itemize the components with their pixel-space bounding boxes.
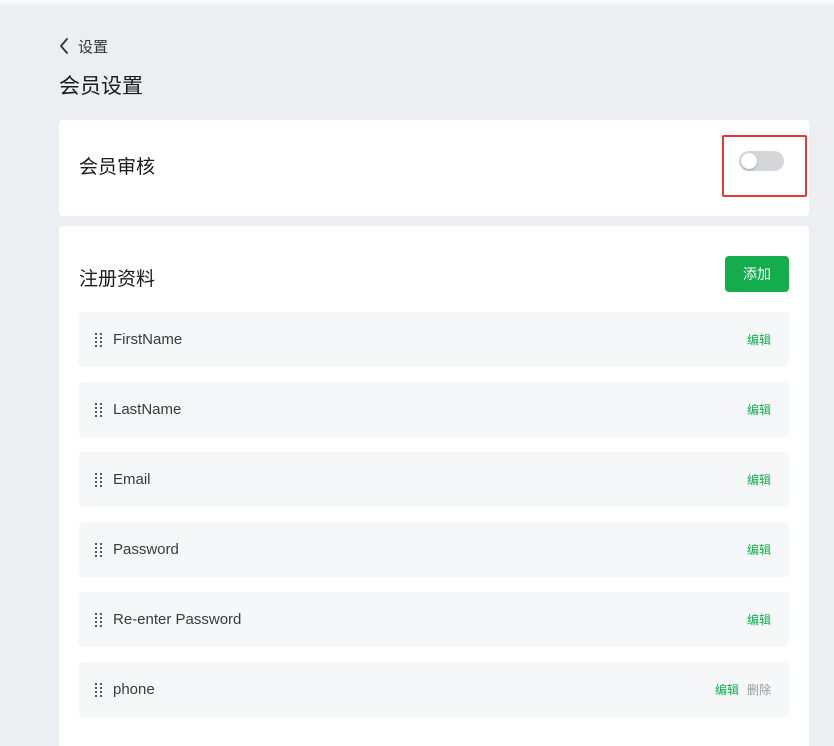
delete-link[interactable]: 删除 [747, 681, 771, 698]
member-review-label: 会员审核 [79, 156, 156, 178]
field-row-lastname[interactable]: LastName 编辑 [79, 382, 789, 437]
row-actions: 编辑 删除 [715, 681, 771, 698]
field-row-reenter-password[interactable]: Re-enter Password 编辑 [79, 592, 789, 647]
drag-handle-icon[interactable] [95, 402, 105, 417]
row-actions: 编辑 [747, 541, 771, 558]
edit-link[interactable]: 编辑 [747, 331, 771, 348]
row-actions: 编辑 [747, 471, 771, 488]
back-label: 设置 [78, 37, 109, 56]
drag-handle-icon[interactable] [95, 612, 105, 627]
edit-link[interactable]: 编辑 [715, 681, 739, 698]
field-name: phone [113, 681, 155, 698]
toggle-knob [741, 153, 757, 169]
edit-link[interactable]: 编辑 [747, 541, 771, 558]
edit-link[interactable]: 编辑 [747, 611, 771, 628]
chevron-left-icon [59, 38, 69, 54]
registration-fields-card: 注册资料 添加 FirstName 编辑 LastName 编辑 Email 编… [59, 226, 809, 746]
member-review-card: 会员审核 [59, 120, 809, 216]
edit-link[interactable]: 编辑 [747, 471, 771, 488]
field-name: Re-enter Password [113, 611, 242, 628]
top-bar-shadow [0, 0, 834, 6]
field-name: LastName [113, 401, 182, 418]
drag-handle-icon[interactable] [95, 472, 105, 487]
field-name: Email [113, 471, 151, 488]
add-button[interactable]: 添加 [725, 256, 789, 292]
member-review-toggle[interactable] [739, 151, 784, 171]
drag-handle-icon[interactable] [95, 332, 105, 347]
field-name: Password [113, 541, 179, 558]
field-row-email[interactable]: Email 编辑 [79, 452, 789, 507]
edit-link[interactable]: 编辑 [747, 401, 771, 418]
drag-handle-icon[interactable] [95, 542, 105, 557]
row-actions: 编辑 [747, 401, 771, 418]
row-actions: 编辑 [747, 331, 771, 348]
section-title: 注册资料 [79, 268, 156, 290]
back-link[interactable]: 设置 [59, 36, 108, 56]
row-actions: 编辑 [747, 611, 771, 628]
field-row-firstname[interactable]: FirstName 编辑 [79, 312, 789, 367]
page-title: 会员设置 [59, 74, 143, 98]
field-name: FirstName [113, 331, 183, 348]
field-row-phone[interactable]: phone 编辑 删除 [79, 662, 789, 717]
field-row-password[interactable]: Password 编辑 [79, 522, 789, 577]
drag-handle-icon[interactable] [95, 682, 105, 697]
